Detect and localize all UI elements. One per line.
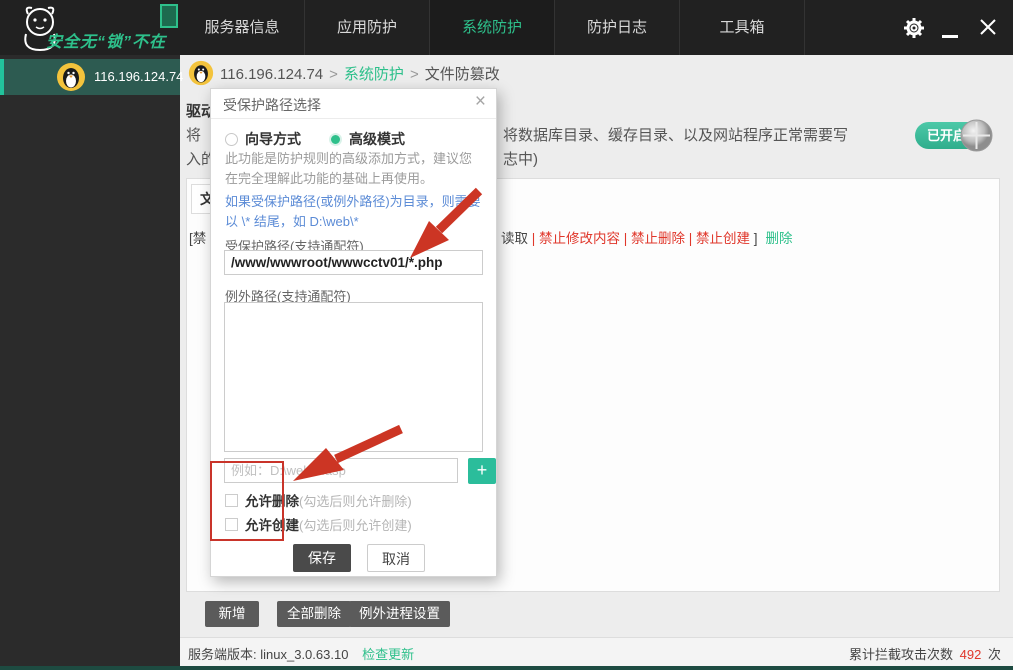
rule-attr-read: 读取 xyxy=(501,231,528,246)
add-rule-button[interactable]: 新增 xyxy=(205,601,259,627)
rule-attrs-forbidden: | 禁止修改内容 | 禁止删除 | 禁止创建 xyxy=(528,231,751,246)
title-bar: 安全无“锁”不在 服务器信息 应用防护 系统防护 防护日志 工具箱 xyxy=(0,0,1013,55)
description-fragment: 将 xyxy=(186,127,202,144)
allow-delete-label: 允许删除 xyxy=(245,494,299,509)
allow-create-label: 允许创建 xyxy=(245,518,299,533)
add-path-button[interactable]: + xyxy=(468,458,496,484)
linux-penguin-icon xyxy=(57,63,85,91)
radio-wizard-mode[interactable]: 向导方式 xyxy=(225,129,301,149)
breadcrumb-separator: > xyxy=(409,66,419,83)
rule-delete-link[interactable]: 删除 xyxy=(766,231,793,246)
dialog-title: 受保护路径选择 xyxy=(223,97,321,113)
checkbox-icon xyxy=(225,517,238,531)
allow-delete-hint: (勾选后则允许删除) xyxy=(299,493,412,509)
path-format-hint-link[interactable]: 如果受保护路径(或例外路径)为目录，则需要以 \* 结尾，如 D:\web\* xyxy=(225,192,484,231)
breadcrumb-page: 文件防篡改 xyxy=(424,66,500,83)
allow-create-hint: (勾选后则允许创建) xyxy=(299,517,412,533)
close-window-icon[interactable] xyxy=(979,18,997,36)
allow-delete-checkbox[interactable]: 允许删除 (勾选后则允许删除) xyxy=(225,490,412,510)
logo-stamp-icon xyxy=(160,4,178,28)
breadcrumb-ip: 116.196.124.74 xyxy=(220,66,324,83)
attack-count-unit: 次 xyxy=(987,647,1001,662)
allow-create-checkbox[interactable]: 允许创建 (勾选后则允许创建) xyxy=(225,514,412,534)
dialog-close-icon[interactable]: × xyxy=(475,91,486,113)
check-update-link[interactable]: 检查更新 xyxy=(362,647,414,662)
exception-process-button[interactable]: 例外进程设置 xyxy=(349,601,450,627)
rule-fragment-left: [禁 xyxy=(189,231,207,246)
save-button[interactable]: 保存 xyxy=(293,544,351,572)
advanced-mode-note: 此功能是防护规则的高级添加方式，建议您在完全理解此功能的基础上再使用。 xyxy=(225,151,473,186)
mode-radio-group: 向导方式 高级模式 xyxy=(225,129,405,149)
attack-count-label: 累计拦截攻击次数 xyxy=(849,647,954,662)
radio-icon xyxy=(225,132,238,146)
server-sidebar: 116.196.124.74 xyxy=(0,55,184,666)
minimize-button[interactable] xyxy=(942,35,958,38)
tab-toolbox[interactable]: 工具箱 xyxy=(680,0,805,55)
description-fragment: 将数据库目录、缓存目录、以及网站程序正常需要写 xyxy=(503,127,849,144)
tab-protection-logs[interactable]: 防护日志 xyxy=(555,0,680,55)
exception-path-add-input[interactable] xyxy=(224,458,458,483)
attack-count-value: 492 xyxy=(959,647,982,662)
exception-path-textarea[interactable] xyxy=(224,302,483,452)
breadcrumb-separator: > xyxy=(329,66,338,83)
linux-penguin-icon xyxy=(188,60,214,86)
tab-app-protection[interactable]: 应用防护 xyxy=(305,0,430,55)
toggle-knob-icon[interactable] xyxy=(960,119,993,152)
cancel-button[interactable]: 取消 xyxy=(367,544,425,572)
checkbox-icon xyxy=(225,493,238,507)
radio-checked-icon xyxy=(329,132,342,146)
server-version-value: linux_3.0.63.10 xyxy=(260,647,349,662)
radio-advanced-label: 高级模式 xyxy=(349,131,405,147)
delete-all-button[interactable]: 全部删除 xyxy=(277,601,351,627)
sidebar-item-server[interactable]: 116.196.124.74 xyxy=(0,59,184,95)
description-fragment: 志中) xyxy=(503,151,538,168)
status-bar: 服务端版本: linux_3.0.63.10 检查更新 累计拦截攻击次数 492… xyxy=(180,637,1013,666)
radio-advanced-mode[interactable]: 高级模式 xyxy=(329,129,405,149)
rule-bracket: ] xyxy=(750,231,758,246)
app-logo: 安全无“锁”不在 xyxy=(0,0,180,55)
logo-slogan: 安全无“锁”不在 xyxy=(46,34,167,51)
settings-gear-icon[interactable] xyxy=(903,17,925,39)
server-version-label: 服务端版本: xyxy=(188,647,257,662)
window-bottom-edge xyxy=(0,666,1013,670)
tab-system-protection[interactable]: 系统防护 xyxy=(430,0,555,55)
protected-path-dialog: 受保护路径选择 × 向导方式 高级模式 此功能是防护规则的高级添加方式，建议您在… xyxy=(210,88,497,577)
tab-server-info[interactable]: 服务器信息 xyxy=(180,0,305,55)
radio-wizard-label: 向导方式 xyxy=(245,131,301,147)
app-window: 安全无“锁”不在 服务器信息 应用防护 系统防护 防护日志 工具箱 116.19… xyxy=(0,0,1013,670)
dialog-header: 受保护路径选择 × xyxy=(211,89,496,119)
sidebar-server-ip: 116.196.124.74 xyxy=(94,69,184,84)
breadcrumb-section-link[interactable]: 系统防护 xyxy=(344,66,404,83)
protected-path-input[interactable] xyxy=(224,250,483,275)
main-nav: 服务器信息 应用防护 系统防护 防护日志 工具箱 xyxy=(180,0,805,55)
